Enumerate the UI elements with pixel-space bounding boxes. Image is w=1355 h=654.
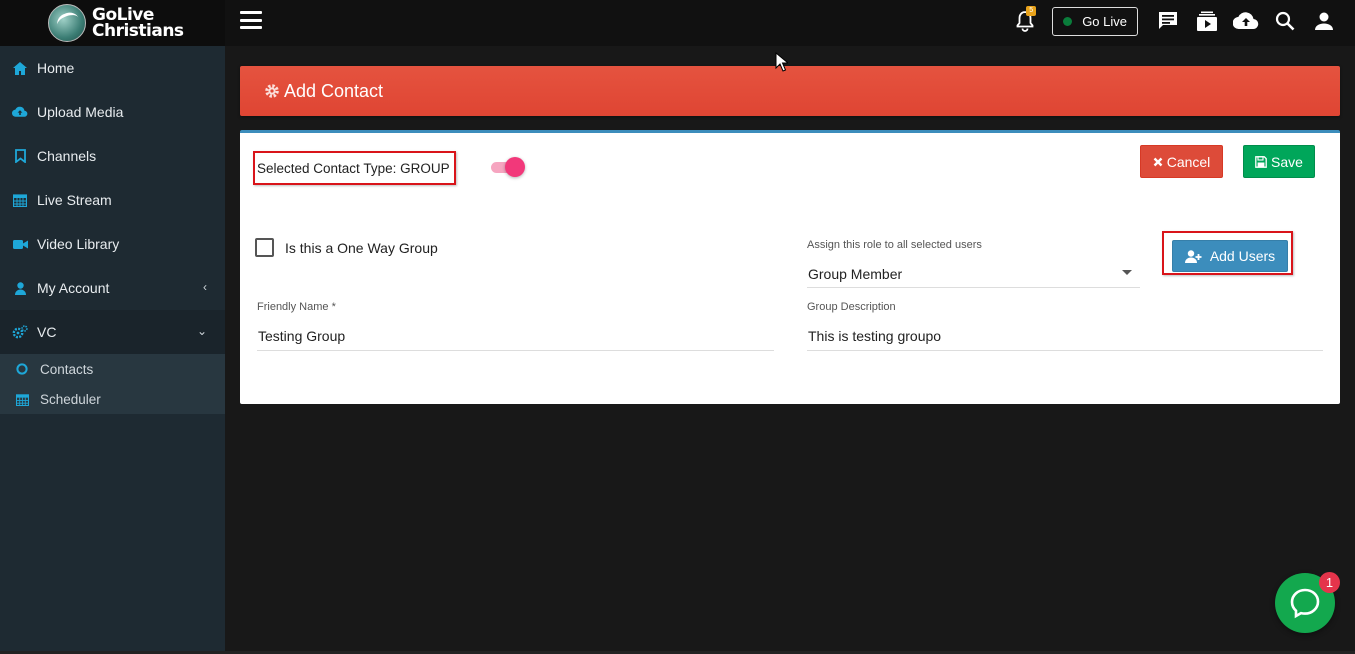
- sidebar-item-upload-media[interactable]: Upload Media: [0, 90, 225, 134]
- gear-icon: [264, 83, 280, 99]
- search-icon[interactable]: [1265, 0, 1304, 42]
- cloud-upload-icon: [12, 104, 28, 120]
- friendly-name-value: Testing Group: [258, 327, 346, 344]
- sidebar-item-label: Live Stream: [37, 192, 112, 208]
- page-title: Add Contact: [284, 80, 384, 101]
- cancel-button[interactable]: Cancel: [1140, 145, 1223, 178]
- notification-badge: 5: [1026, 6, 1037, 16]
- one-way-group-label: Is this a One Way Group: [285, 239, 438, 256]
- friendly-name-label: Friendly Name *: [257, 301, 336, 313]
- user-plus-icon: [1184, 249, 1202, 263]
- mouse-pointer-icon: [775, 51, 790, 77]
- selected-contact-type: Selected Contact Type: GROUP: [253, 151, 456, 185]
- sidebar-item-label: Channels: [37, 148, 97, 164]
- sidebar-item-video-library[interactable]: Video Library: [0, 222, 225, 266]
- calendar-icon: [15, 392, 29, 406]
- toggle-knob: [505, 157, 525, 177]
- sidebar: Home Upload Media Channels Live Stream V…: [0, 46, 225, 654]
- chat-message-icon[interactable]: [1148, 0, 1187, 42]
- sidebar-subitem-scheduler[interactable]: Scheduler: [0, 384, 225, 414]
- sidebar-subitem-contacts[interactable]: Contacts: [0, 354, 225, 384]
- sidebar-item-home[interactable]: Home: [0, 46, 225, 90]
- user-icon: [12, 280, 28, 296]
- user-icon[interactable]: [1304, 0, 1343, 42]
- vc-submenu: Contacts Scheduler: [0, 354, 225, 414]
- page-header: Add Contact: [240, 66, 1340, 116]
- save-label: Save: [1271, 153, 1303, 170]
- circle-icon: [15, 362, 29, 376]
- cloud-upload-icon[interactable]: [1226, 0, 1265, 42]
- chevron-down-icon: ⌄: [196, 324, 207, 338]
- chat-bubble-icon: [1290, 588, 1320, 619]
- cogs-icon: [12, 324, 28, 340]
- sidebar-item-label: Video Library: [37, 236, 120, 252]
- menu-toggle-icon[interactable]: [240, 11, 262, 29]
- home-icon: [12, 60, 28, 76]
- sidebar-subitem-label: Contacts: [40, 361, 94, 377]
- add-users-button[interactable]: Add Users: [1172, 240, 1288, 272]
- one-way-group-row: Is this a One Way Group: [255, 238, 438, 257]
- role-select-value: Group Member: [808, 265, 903, 282]
- floppy-disk-icon: [1255, 155, 1267, 168]
- caret-down-icon: [1122, 270, 1132, 275]
- role-label: Assign this role to all selected users: [807, 239, 982, 251]
- sidebar-item-label: My Account: [37, 280, 110, 296]
- save-button[interactable]: Save: [1243, 145, 1315, 178]
- brand-name: GoLive Christians: [92, 7, 184, 41]
- go-live-button[interactable]: Go Live: [1052, 6, 1138, 36]
- add-users-label: Add Users: [1209, 248, 1276, 264]
- sidebar-item-label: Upload Media: [37, 104, 124, 120]
- live-status-dot: [1063, 16, 1073, 26]
- add-contact-form: Selected Contact Type: GROUP Cancel Save…: [240, 130, 1340, 404]
- chevron-left-icon: ‹: [203, 280, 207, 294]
- calendar-icon: [12, 192, 28, 208]
- video-camera-icon: [12, 236, 28, 252]
- top-bar: GoLive Christians 5 Go Live: [0, 0, 1355, 46]
- media-library-icon[interactable]: [1187, 0, 1226, 42]
- sidebar-item-channels[interactable]: Channels: [0, 134, 225, 178]
- globe-logo-icon: [48, 4, 86, 42]
- bell-icon[interactable]: 5: [1005, 0, 1044, 42]
- sidebar-item-my-account[interactable]: My Account ‹: [0, 266, 225, 310]
- friendly-name-input[interactable]: Testing Group: [257, 321, 774, 351]
- brand-line-2: Christians: [92, 21, 184, 41]
- contact-type-toggle[interactable]: [489, 156, 525, 178]
- sidebar-item-live-stream[interactable]: Live Stream: [0, 178, 225, 222]
- top-toolbar: 5 Go Live: [1005, 0, 1343, 42]
- one-way-group-checkbox[interactable]: [255, 238, 274, 257]
- group-description-input[interactable]: This is testing groupo: [807, 321, 1323, 351]
- cancel-label: Cancel: [1166, 153, 1211, 170]
- sidebar-item-label: VC: [37, 324, 57, 340]
- role-select[interactable]: Group Member: [807, 260, 1140, 288]
- sidebar-item-vc[interactable]: VC ⌄: [0, 310, 225, 354]
- close-icon: [1153, 157, 1163, 167]
- brand-logo[interactable]: GoLive Christians: [0, 0, 225, 46]
- group-description-value: This is testing groupo: [808, 327, 942, 344]
- sidebar-subitem-label: Scheduler: [40, 391, 101, 407]
- chat-unread-badge: 1: [1319, 572, 1340, 593]
- bookmark-icon: [12, 148, 28, 164]
- go-live-label: Go Live: [1082, 13, 1127, 29]
- group-description-label: Group Description: [807, 301, 896, 313]
- sidebar-item-label: Home: [37, 60, 75, 76]
